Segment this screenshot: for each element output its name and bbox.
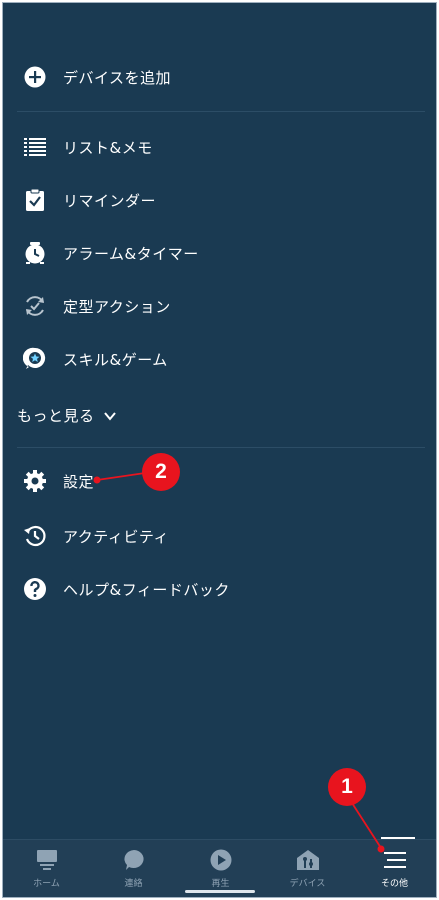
home-icon [34, 848, 60, 872]
menu-item-settings[interactable]: 設定 [3, 455, 436, 507]
play-icon [208, 848, 234, 872]
menu-item-label: デバイスを追加 [63, 68, 172, 87]
nav-tab-label: 再生 [211, 879, 230, 889]
nav-tab-more[interactable]: その他 [351, 840, 436, 897]
annotation-badge-1: 1 [328, 768, 366, 806]
nav-tab-label: ホーム [33, 879, 60, 889]
app-menu-screen: デバイスを追加 リスト&メモ リマインダー アラーム&タイマー 定型アクション … [2, 2, 437, 898]
menu-item-label: 定型アクション [63, 297, 171, 316]
gear-icon [22, 468, 48, 494]
menu-item-help-feedback[interactable]: ヘルプ&フィードバック [3, 563, 436, 615]
menu-item-label: スキル&ゲーム [63, 350, 168, 369]
nav-tab-label: 連絡 [124, 879, 143, 889]
divider [17, 447, 425, 448]
hamburger-menu-icon [382, 848, 408, 872]
add-circle-icon [22, 64, 48, 90]
menu-item-skills-games[interactable]: スキル&ゲーム [3, 333, 436, 385]
see-more-toggle[interactable]: もっと見る [17, 403, 117, 427]
routine-cycle-icon [22, 293, 48, 319]
nav-tab-communicate[interactable]: 連絡 [90, 840, 177, 897]
menu-item-label: アラーム&タイマー [63, 244, 199, 263]
menu-item-alarms-timers[interactable]: アラーム&タイマー [3, 227, 436, 279]
menu-item-label: アクティビティ [63, 527, 169, 546]
menu-item-lists-notes[interactable]: リスト&メモ [3, 121, 436, 173]
menu-item-add-device[interactable]: デバイスを追加 [3, 51, 436, 103]
home-indicator [185, 890, 255, 893]
skills-star-icon [22, 346, 48, 372]
menu-item-label: ヘルプ&フィードバック [63, 580, 230, 599]
list-icon [22, 134, 48, 160]
menu-item-label: リマインダー [63, 191, 157, 210]
help-question-icon [22, 576, 48, 602]
menu-item-label: 設定 [63, 472, 95, 491]
nav-tab-home[interactable]: ホーム [3, 840, 90, 897]
menu-item-routines[interactable]: 定型アクション [3, 280, 436, 332]
nav-tab-label: その他 [380, 879, 408, 889]
nav-tab-devices[interactable]: デバイス [264, 840, 351, 897]
clipboard-check-icon [22, 187, 48, 213]
nav-tab-label: デバイス [289, 879, 326, 889]
chevron-down-icon [103, 408, 117, 422]
devices-house-icon [295, 848, 321, 872]
menu-item-activity[interactable]: アクティビティ [3, 510, 436, 562]
menu-item-label: リスト&メモ [63, 138, 153, 157]
history-icon [22, 523, 48, 549]
see-more-label: もっと見る [17, 406, 95, 425]
annotation-badge-2: 2 [142, 453, 180, 491]
divider [17, 111, 425, 112]
chat-bubble-icon [121, 848, 147, 872]
alarm-clock-icon [22, 240, 48, 266]
menu-item-reminders[interactable]: リマインダー [3, 174, 436, 226]
